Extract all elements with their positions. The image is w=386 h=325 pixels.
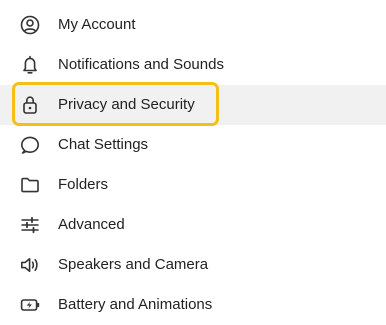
folder-icon bbox=[19, 175, 41, 195]
menu-item-label: Battery and Animations bbox=[58, 296, 213, 313]
menu-item-label: Notifications and Sounds bbox=[58, 56, 224, 73]
menu-item-label: My Account bbox=[58, 16, 136, 33]
menu-item-my-account[interactable]: My Account bbox=[0, 5, 386, 45]
menu-item-chat-settings[interactable]: Chat Settings bbox=[0, 125, 386, 165]
menu-item-label: Folders bbox=[58, 176, 109, 193]
menu-item-label: Chat Settings bbox=[58, 136, 149, 153]
sliders-icon bbox=[19, 215, 41, 235]
chat-bubble-icon bbox=[19, 135, 41, 155]
menu-item-advanced[interactable]: Advanced bbox=[0, 205, 386, 245]
settings-menu: My Account Notifications and Sounds Priv… bbox=[0, 5, 386, 325]
menu-item-battery-animations[interactable]: Battery and Animations bbox=[0, 285, 386, 325]
menu-item-label: Privacy and Security bbox=[58, 96, 195, 113]
menu-item-folders[interactable]: Folders bbox=[0, 165, 386, 205]
bell-icon bbox=[19, 55, 41, 75]
speaker-icon bbox=[19, 255, 41, 275]
account-icon bbox=[19, 15, 41, 35]
menu-item-label: Speakers and Camera bbox=[58, 256, 209, 273]
menu-item-notifications[interactable]: Notifications and Sounds bbox=[0, 45, 386, 85]
menu-item-speakers-camera[interactable]: Speakers and Camera bbox=[0, 245, 386, 285]
menu-item-label: Advanced bbox=[58, 216, 125, 233]
menu-item-privacy-security[interactable]: Privacy and Security bbox=[0, 85, 386, 125]
lock-icon bbox=[19, 95, 41, 115]
battery-icon bbox=[19, 295, 41, 315]
